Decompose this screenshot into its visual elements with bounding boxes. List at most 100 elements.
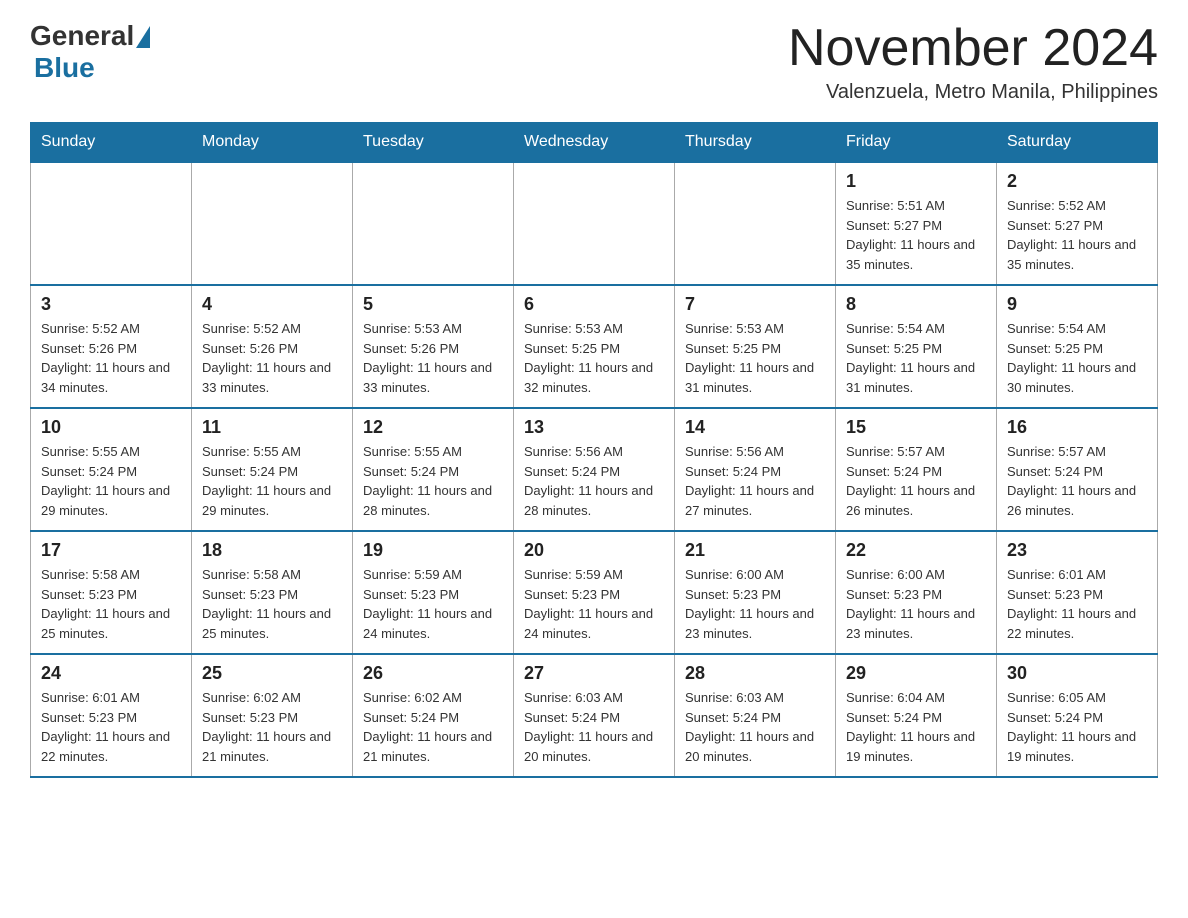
day-info: Sunrise: 5:59 AM Sunset: 5:23 PM Dayligh… (363, 565, 503, 643)
title-section: November 2024 Valenzuela, Metro Manila, … (788, 20, 1158, 104)
day-info: Sunrise: 5:53 AM Sunset: 5:25 PM Dayligh… (685, 319, 825, 397)
day-info: Sunrise: 5:55 AM Sunset: 5:24 PM Dayligh… (202, 442, 342, 520)
calendar-day-cell: 28 Sunrise: 6:03 AM Sunset: 5:24 PM Dayli… (675, 654, 836, 777)
day-number: 2 (1007, 171, 1147, 192)
day-number: 6 (524, 294, 664, 315)
day-info: Sunrise: 5:56 AM Sunset: 5:24 PM Dayligh… (524, 442, 664, 520)
calendar-day-cell: 14Sunrise: 5:56 AM Sunset: 5:24 PM Dayli… (675, 408, 836, 531)
day-info: Sunrise: 6:03 AM Sunset: 5:24 PM Dayligh… (685, 688, 825, 766)
day-info: Sunrise: 5:53 AM Sunset: 5:26 PM Dayligh… (363, 319, 503, 397)
calendar-day-cell: 2 Sunrise: 5:52 AM Sunset: 5:27 PM Daylig… (997, 162, 1158, 285)
day-info: Sunrise: 6:04 AM Sunset: 5:24 PM Dayligh… (846, 688, 986, 766)
day-number: 22 (846, 540, 986, 561)
day-info: Sunrise: 5:51 AM Sunset: 5:27 PM Dayligh… (846, 196, 986, 274)
day-number: 4 (202, 294, 342, 315)
day-info: Sunrise: 6:05 AM Sunset: 5:24 PM Dayligh… (1007, 688, 1147, 766)
day-info: Sunrise: 5:59 AM Sunset: 5:23 PM Dayligh… (524, 565, 664, 643)
day-number: 27 (524, 663, 664, 684)
calendar-day-cell: 17 Sunrise: 5:58 AM Sunset: 5:23 PM Dayli… (31, 531, 192, 654)
day-number: 12 (363, 417, 503, 438)
day-info: Sunrise: 6:02 AM Sunset: 5:24 PM Dayligh… (363, 688, 503, 766)
calendar-day-cell: 10 Sunrise: 5:55 AM Sunset: 5:24 PM Dayli… (31, 408, 192, 531)
day-number: 17 (41, 540, 181, 561)
day-info: Sunrise: 5:54 AM Sunset: 5:25 PM Dayligh… (846, 319, 986, 397)
day-info: Sunrise: 5:55 AM Sunset: 5:24 PM Dayligh… (41, 442, 181, 520)
day-number: 3 (41, 294, 181, 315)
calendar-day-cell: 22 Sunrise: 6:00 AM Sunset: 5:23 PM Dayli… (836, 531, 997, 654)
calendar-day-cell: 16 Sunrise: 5:57 AM Sunset: 5:24 PM Dayli… (997, 408, 1158, 531)
calendar-day-cell: 25Sunrise: 6:02 AM Sunset: 5:23 PM Dayli… (192, 654, 353, 777)
calendar-day-cell: 23Sunrise: 6:01 AM Sunset: 5:23 PM Dayli… (997, 531, 1158, 654)
calendar-day-cell: 30 Sunrise: 6:05 AM Sunset: 5:24 PM Dayli… (997, 654, 1158, 777)
logo-triangle-icon (136, 26, 150, 48)
calendar-day-cell (675, 162, 836, 285)
day-number: 20 (524, 540, 664, 561)
calendar-day-cell: 9 Sunrise: 5:54 AM Sunset: 5:25 PM Daylig… (997, 285, 1158, 408)
day-info: Sunrise: 5:57 AM Sunset: 5:24 PM Dayligh… (1007, 442, 1147, 520)
day-number: 13 (524, 417, 664, 438)
calendar-day-cell: 4 Sunrise: 5:52 AM Sunset: 5:26 PM Daylig… (192, 285, 353, 408)
calendar-day-header: Tuesday (353, 123, 514, 163)
day-number: 8 (846, 294, 986, 315)
day-number: 29 (846, 663, 986, 684)
calendar-day-header: Wednesday (514, 123, 675, 163)
calendar-day-cell: 18Sunrise: 5:58 AM Sunset: 5:23 PM Dayli… (192, 531, 353, 654)
calendar-day-header: Sunday (31, 123, 192, 163)
calendar-day-cell: 20 Sunrise: 5:59 AM Sunset: 5:23 PM Dayli… (514, 531, 675, 654)
calendar-day-header: Friday (836, 123, 997, 163)
calendar-day-cell: 15Sunrise: 5:57 AM Sunset: 5:24 PM Dayli… (836, 408, 997, 531)
calendar-day-cell: 12Sunrise: 5:55 AM Sunset: 5:24 PM Dayli… (353, 408, 514, 531)
calendar-day-header: Monday (192, 123, 353, 163)
calendar-day-header: Saturday (997, 123, 1158, 163)
page-header: General Blue November 2024 Valenzuela, M… (30, 20, 1158, 104)
day-info: Sunrise: 6:01 AM Sunset: 5:23 PM Dayligh… (41, 688, 181, 766)
day-number: 1 (846, 171, 986, 192)
logo: General Blue (30, 20, 150, 84)
calendar-day-cell: 29 Sunrise: 6:04 AM Sunset: 5:24 PM Dayli… (836, 654, 997, 777)
day-number: 23 (1007, 540, 1147, 561)
day-info: Sunrise: 5:52 AM Sunset: 5:26 PM Dayligh… (202, 319, 342, 397)
calendar-day-cell (192, 162, 353, 285)
calendar-day-cell: 26 Sunrise: 6:02 AM Sunset: 5:24 PM Dayli… (353, 654, 514, 777)
calendar-day-cell: 19 Sunrise: 5:59 AM Sunset: 5:23 PM Dayli… (353, 531, 514, 654)
day-number: 7 (685, 294, 825, 315)
day-number: 28 (685, 663, 825, 684)
day-info: Sunrise: 5:56 AM Sunset: 5:24 PM Dayligh… (685, 442, 825, 520)
day-info: Sunrise: 5:58 AM Sunset: 5:23 PM Dayligh… (41, 565, 181, 643)
calendar-day-cell: 5Sunrise: 5:53 AM Sunset: 5:26 PM Daylig… (353, 285, 514, 408)
day-number: 21 (685, 540, 825, 561)
calendar-day-cell (514, 162, 675, 285)
calendar-week-row: 3 Sunrise: 5:52 AM Sunset: 5:26 PM Daylig… (31, 285, 1158, 408)
calendar-day-cell: 6Sunrise: 5:53 AM Sunset: 5:25 PM Daylig… (514, 285, 675, 408)
calendar-week-row: 1 Sunrise: 5:51 AM Sunset: 5:27 PM Daylig… (31, 162, 1158, 285)
day-number: 26 (363, 663, 503, 684)
logo-general-text: General (30, 20, 134, 52)
day-number: 19 (363, 540, 503, 561)
day-number: 10 (41, 417, 181, 438)
calendar-day-cell: 7 Sunrise: 5:53 AM Sunset: 5:25 PM Daylig… (675, 285, 836, 408)
calendar-week-row: 17 Sunrise: 5:58 AM Sunset: 5:23 PM Dayli… (31, 531, 1158, 654)
day-number: 16 (1007, 417, 1147, 438)
day-number: 30 (1007, 663, 1147, 684)
calendar-day-cell: 8 Sunrise: 5:54 AM Sunset: 5:25 PM Daylig… (836, 285, 997, 408)
calendar-table: SundayMondayTuesdayWednesdayThursdayFrid… (30, 122, 1158, 778)
calendar-week-row: 10 Sunrise: 5:55 AM Sunset: 5:24 PM Dayli… (31, 408, 1158, 531)
calendar-day-cell: 27 Sunrise: 6:03 AM Sunset: 5:24 PM Dayli… (514, 654, 675, 777)
day-number: 18 (202, 540, 342, 561)
calendar-day-header: Thursday (675, 123, 836, 163)
calendar-week-row: 24 Sunrise: 6:01 AM Sunset: 5:23 PM Dayli… (31, 654, 1158, 777)
day-info: Sunrise: 5:52 AM Sunset: 5:27 PM Dayligh… (1007, 196, 1147, 274)
day-info: Sunrise: 6:02 AM Sunset: 5:23 PM Dayligh… (202, 688, 342, 766)
month-title: November 2024 (788, 20, 1158, 77)
day-number: 11 (202, 417, 342, 438)
calendar-header-row: SundayMondayTuesdayWednesdayThursdayFrid… (31, 123, 1158, 163)
day-number: 9 (1007, 294, 1147, 315)
calendar-day-cell: 13 Sunrise: 5:56 AM Sunset: 5:24 PM Dayli… (514, 408, 675, 531)
day-info: Sunrise: 6:00 AM Sunset: 5:23 PM Dayligh… (846, 565, 986, 643)
day-info: Sunrise: 5:54 AM Sunset: 5:25 PM Dayligh… (1007, 319, 1147, 397)
day-number: 24 (41, 663, 181, 684)
day-info: Sunrise: 6:03 AM Sunset: 5:24 PM Dayligh… (524, 688, 664, 766)
calendar-day-cell: 24 Sunrise: 6:01 AM Sunset: 5:23 PM Dayli… (31, 654, 192, 777)
calendar-day-cell: 3Sunrise: 5:52 AM Sunset: 5:26 PM Daylig… (31, 285, 192, 408)
calendar-day-cell: 21Sunrise: 6:00 AM Sunset: 5:23 PM Dayli… (675, 531, 836, 654)
